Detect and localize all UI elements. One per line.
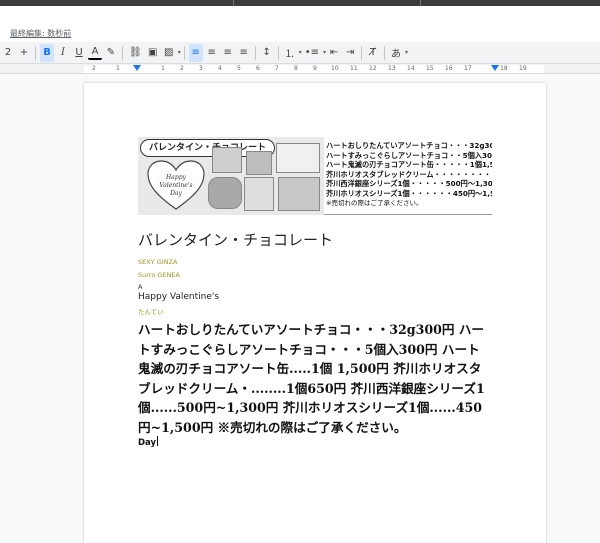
- ruler-label: 1: [161, 65, 165, 72]
- right-indent-marker[interactable]: [491, 65, 499, 71]
- indent-increase-icon[interactable]: ⇥: [343, 44, 357, 62]
- ruler-label: 11: [350, 65, 358, 72]
- clear-format-icon[interactable]: T̸: [366, 44, 380, 62]
- bold-button[interactable]: B: [40, 43, 54, 62]
- italic-button[interactable]: I: [56, 44, 70, 62]
- font-size-increase-button[interactable]: +: [17, 44, 31, 62]
- toolbar-divider: [122, 45, 123, 60]
- text-surro-genea[interactable]: Surro GENEA: [138, 271, 180, 279]
- document-heading[interactable]: バレンタイン・チョコレート: [138, 229, 333, 250]
- banner-price-line: 芥川西洋銀座シリーズ1個・・・・・500円〜1,300円: [326, 179, 492, 189]
- align-right-button[interactable]: ≡: [221, 44, 235, 62]
- toolbar-divider: [183, 45, 185, 60]
- ruler-label: 3: [199, 65, 203, 72]
- heart-text-happy: Happy: [165, 174, 186, 181]
- ruler-label: 5: [237, 65, 241, 72]
- day-label: Day: [138, 438, 157, 448]
- numbered-list-icon[interactable]: ⒈: [283, 44, 297, 62]
- document-page[interactable]: バレンタイン・チョコレート Happy Valentine's Day ハートお…: [84, 83, 546, 543]
- text-color-button[interactable]: A: [88, 46, 102, 60]
- toolbar-divider: [277, 45, 279, 60]
- chocolate-box-image: [246, 151, 272, 175]
- toolbar-divider: [361, 45, 363, 60]
- heart-text-valentines: Valentine's: [159, 182, 192, 189]
- ruler-label: 19: [519, 65, 527, 72]
- align-center-button[interactable]: ≡: [205, 44, 219, 62]
- chocolate-box-image: [212, 147, 242, 173]
- toolbar-divider: [35, 45, 36, 60]
- image-icon[interactable]: ▨: [162, 44, 176, 62]
- heart-text-day: Day: [169, 190, 182, 197]
- doc-header: 最終編集: 数秒前: [0, 6, 600, 42]
- highlight-icon[interactable]: ✎: [104, 44, 118, 62]
- banner-price-line: ハート鬼滅の刃チョコアソート缶・・・・・1個1,500円: [326, 160, 492, 170]
- product-price-paragraph[interactable]: ハートおしりたんていアソートチョコ・・・32g300円 ハートすみっこぐらしアソ…: [138, 320, 492, 437]
- ruler-label: 8: [294, 65, 298, 72]
- align-justify-button[interactable]: ≡: [237, 44, 251, 62]
- last-edit-link[interactable]: 最終編集: 数秒前: [10, 28, 71, 39]
- ruler-label: 2: [180, 65, 184, 72]
- document-canvas: バレンタイン・チョコレート Happy Valentine's Day ハートお…: [0, 75, 600, 543]
- banner-illustration: バレンタイン・チョコレート Happy Valentine's Day: [138, 137, 324, 215]
- chevron-down-icon[interactable]: ▾: [178, 49, 181, 56]
- horizontal-ruler[interactable]: 2 1 1 2 3 4 5 6 7 8 9 10 11 12 13 14 15 …: [0, 64, 600, 74]
- text-sexy-ginza[interactable]: SEXY GINZA: [138, 258, 177, 266]
- ruler-label: 12: [369, 65, 377, 72]
- chocolate-assortment-image: [278, 177, 320, 211]
- text-tantei[interactable]: たんてい: [138, 306, 164, 316]
- toolbar-divider: [254, 45, 256, 60]
- chevron-down-icon[interactable]: ▾: [405, 49, 408, 56]
- banner-price-line: ハートおしりたんていアソートチョコ・・・32g300円: [326, 141, 492, 150]
- chocolate-tin-image: [276, 143, 320, 173]
- line-spacing-icon[interactable]: ↕: [260, 44, 274, 62]
- underline-button[interactable]: U: [72, 44, 86, 62]
- text-cursor: [157, 436, 159, 446]
- chevron-down-icon[interactable]: ▾: [323, 49, 326, 56]
- comment-icon[interactable]: ▣: [146, 44, 160, 62]
- banner-price-line: 芥川ホリオスタブレッドクリーム・・・・・・・・1個650円: [326, 169, 492, 179]
- indent-marker[interactable]: [133, 65, 141, 71]
- ruler-label: 14: [407, 65, 415, 72]
- ruler-label: 6: [256, 65, 260, 72]
- ruler-label: 2: [92, 65, 96, 72]
- input-tools-button[interactable]: あ: [389, 44, 403, 62]
- align-left-button[interactable]: ≡: [188, 43, 203, 62]
- chocolate-box-image: [244, 177, 274, 211]
- ruler-label: 7: [275, 65, 279, 72]
- ruler-label: 15: [426, 65, 434, 72]
- link-icon[interactable]: ⛓: [127, 44, 144, 62]
- chevron-down-icon[interactable]: ▾: [299, 49, 302, 56]
- ruler-label: 13: [388, 65, 396, 72]
- font-size-field[interactable]: 2: [1, 44, 15, 62]
- banner-price-line: ハートすみっこぐらしアソートチョコ・・5個入300円: [326, 150, 492, 160]
- ruler-label: 1: [116, 65, 120, 72]
- ruler-label: 18: [500, 65, 508, 72]
- banner-note: ※売切れの際はご了承ください。: [326, 198, 423, 207]
- text-day[interactable]: Day: [138, 436, 159, 448]
- ruler-label: 4: [218, 65, 222, 72]
- ruler-label: 16: [445, 65, 453, 72]
- indent-decrease-icon[interactable]: ⇤: [327, 44, 341, 62]
- text-a[interactable]: A: [138, 283, 142, 291]
- ruler-label: 10: [331, 65, 339, 72]
- valentine-banner-image[interactable]: バレンタイン・チョコレート Happy Valentine's Day ハートお…: [138, 137, 492, 215]
- toolbar-divider: [384, 45, 386, 60]
- chocolate-can-image: [208, 177, 242, 209]
- ruler-label: 9: [313, 65, 317, 72]
- banner-price-line: 芥川ホリオスシリーズ1個・・・・・・450円〜1,500円: [326, 188, 492, 198]
- format-toolbar: 2 + B I U A ✎ ⛓ ▣ ▨ ▾ ≡ ≡ ≡ ≡ ↕ ⒈ ▾ •≡ ▾…: [0, 42, 600, 64]
- banner-price-list: ハートおしりたんていアソートチョコ・・・32g300円 ハートすみっこぐらしアソ…: [326, 141, 492, 208]
- text-happy-valentines[interactable]: Happy Valentine's: [138, 292, 219, 302]
- bulleted-list-icon[interactable]: •≡: [303, 44, 321, 62]
- heart-icon: Happy Valentine's Day: [147, 160, 205, 210]
- ruler-label: 17: [464, 65, 472, 72]
